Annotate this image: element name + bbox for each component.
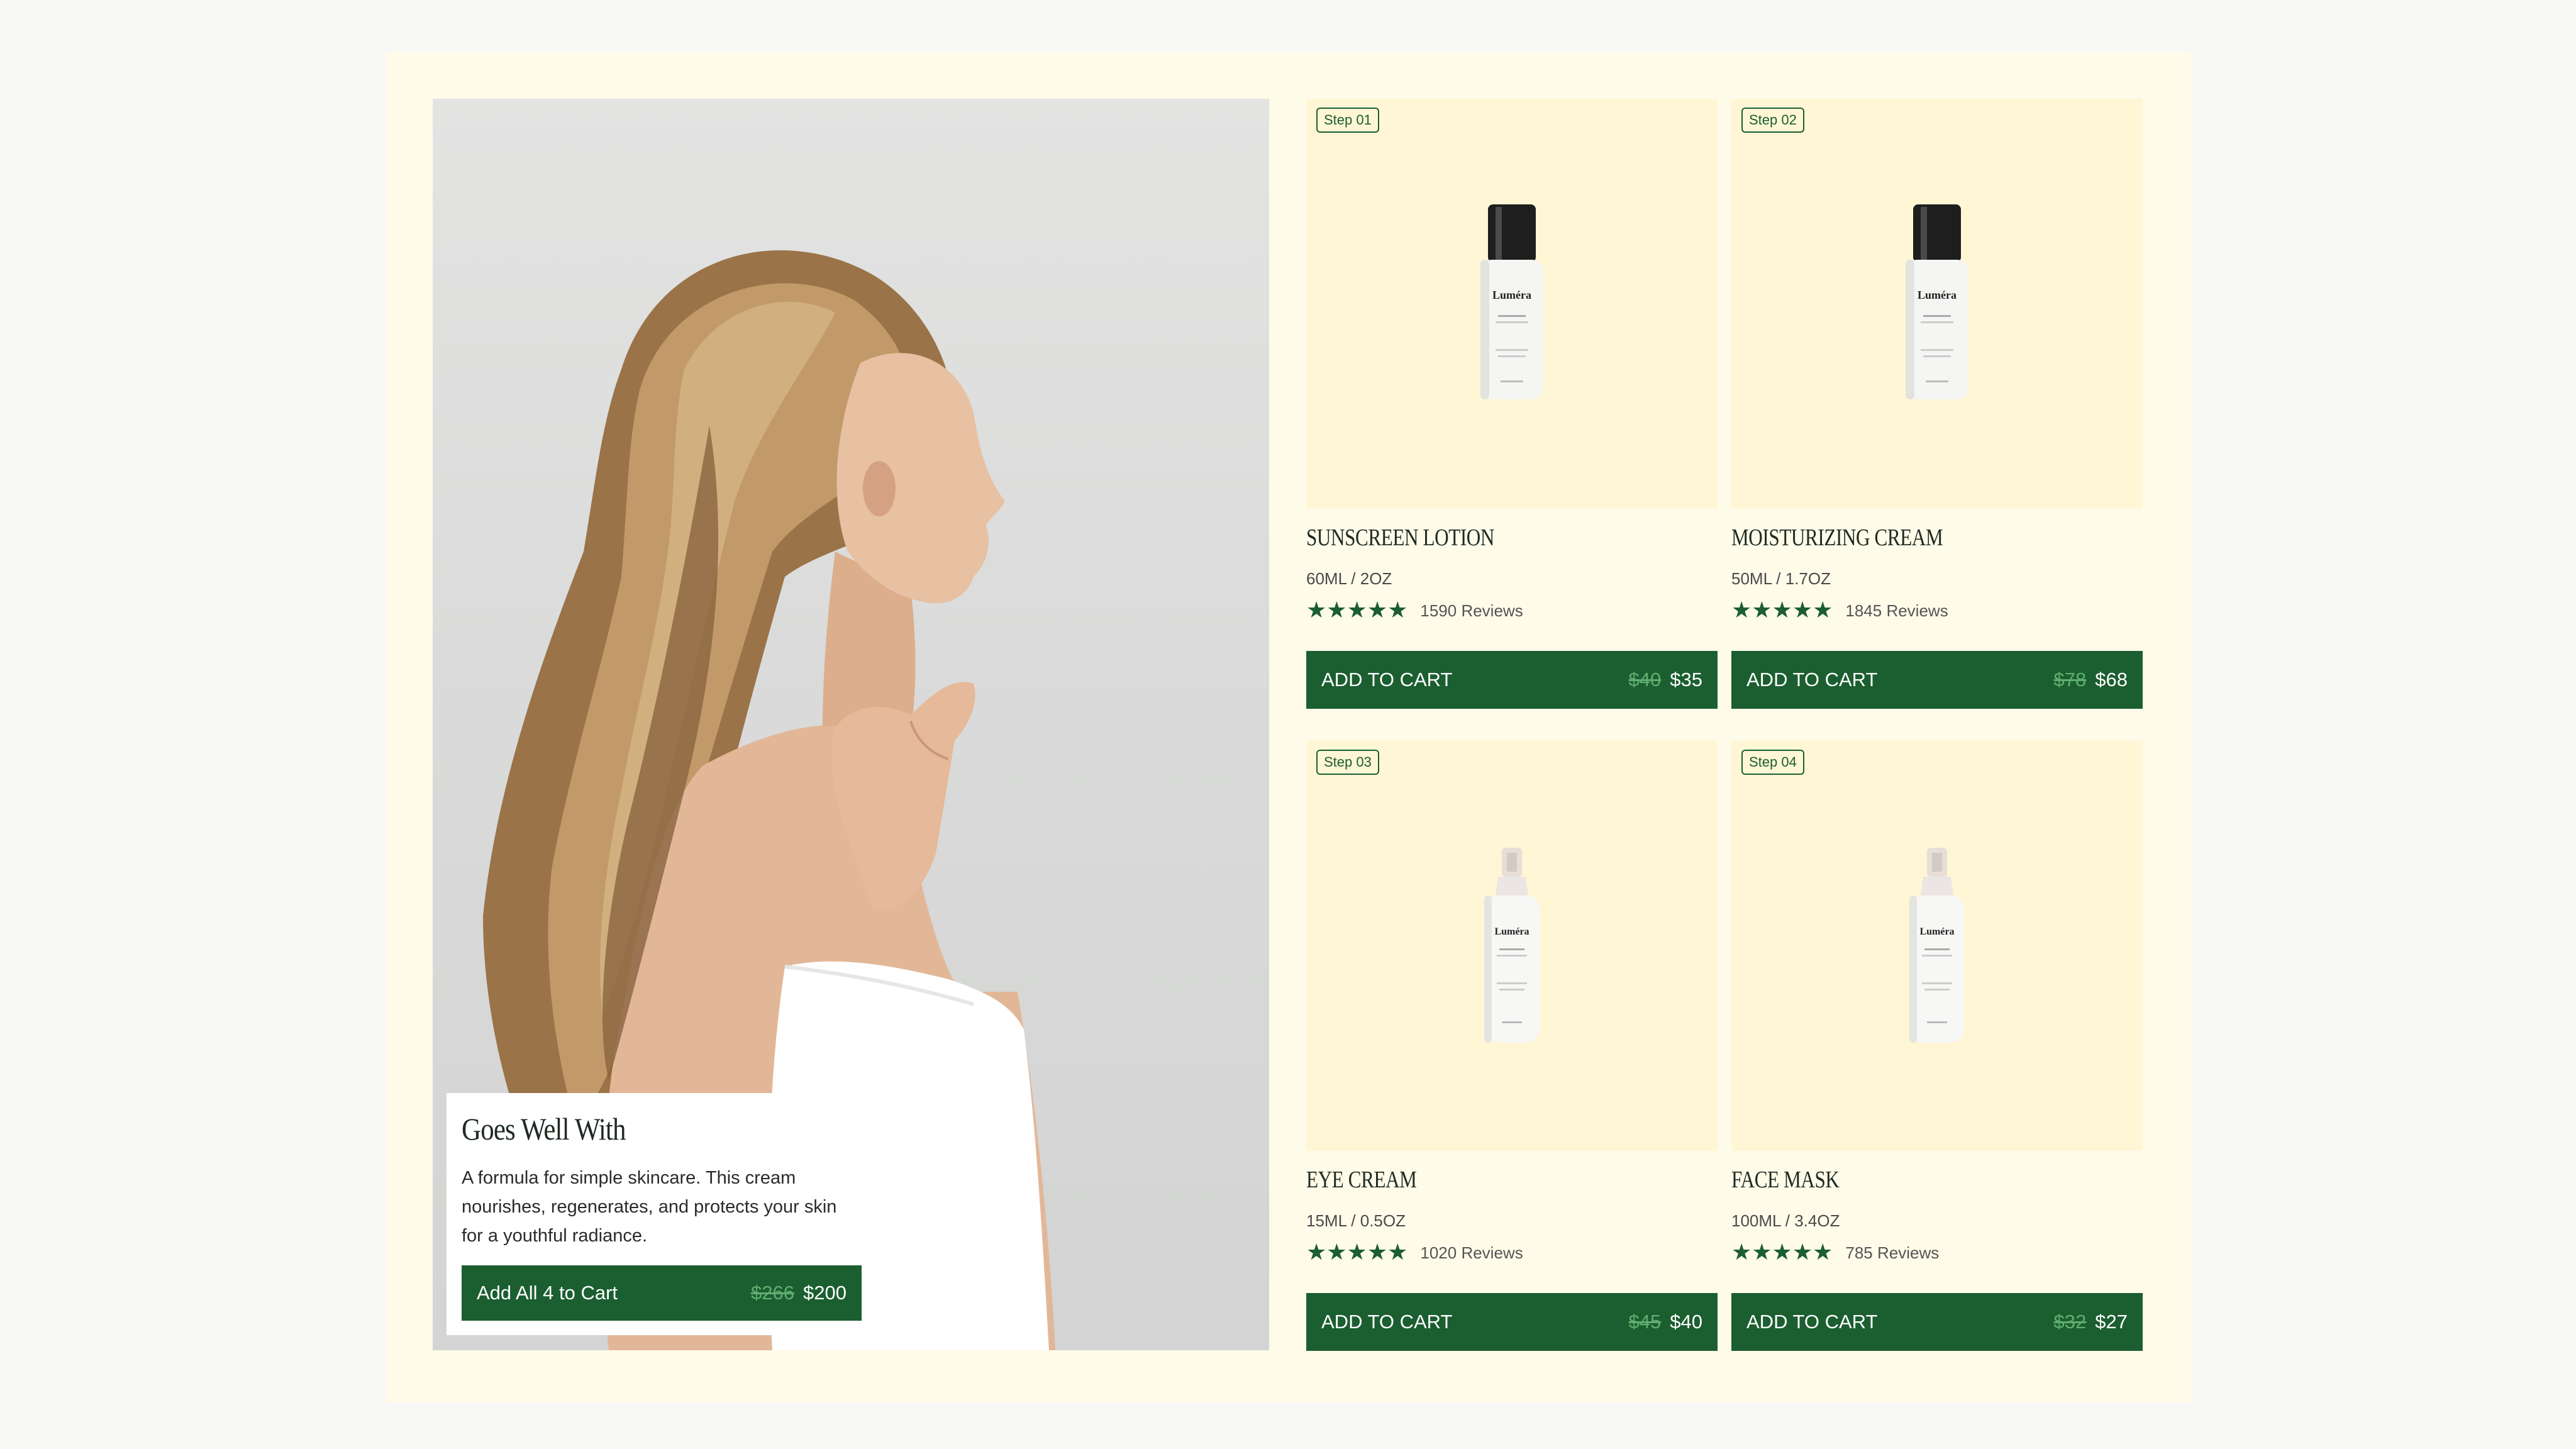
bundle-price: $266 $200 [751, 1282, 847, 1304]
product-image[interactable]: Step 01 Luméra [1306, 99, 1718, 509]
product-price: $40 $35 [1629, 669, 1702, 691]
bundle-old-price: $266 [751, 1282, 795, 1304]
product-price: $32 $27 [2054, 1311, 2128, 1333]
goes-well-with-description: A formula for simple skincare. This crea… [462, 1168, 837, 1246]
star-rating-icon: ★★★★★ [1731, 1240, 1833, 1265]
product-name[interactable]: MOISTURIZING CREAM [1731, 524, 1943, 552]
new-price: $27 [2095, 1311, 2128, 1333]
add-to-cart-button[interactable]: ADD TO CART $45 $40 [1306, 1293, 1718, 1351]
step-badge: Step 02 [1741, 108, 1804, 133]
spray-bottle-icon: Luméra [1909, 848, 1965, 1043]
pump-bottle-icon: Luméra [1906, 204, 1968, 399]
add-to-cart-button[interactable]: ADD TO CART $40 $35 [1306, 651, 1718, 709]
product-rating: ★★★★★ 1020 Reviews [1306, 1241, 1523, 1264]
review-count[interactable]: 1845 Reviews [1845, 601, 1948, 621]
product-size: 50ML / 1.7OZ [1731, 569, 1831, 588]
add-to-cart-label: ADD TO CART [1321, 669, 1453, 691]
review-count[interactable]: 1020 Reviews [1420, 1243, 1523, 1263]
product-name[interactable]: SUNSCREEN LOTION [1306, 524, 1494, 552]
bundle-new-price: $200 [803, 1282, 847, 1304]
product-price: $45 $40 [1629, 1311, 1702, 1333]
product-image[interactable]: Step 04 Luméra [1731, 741, 2143, 1151]
add-to-cart-button[interactable]: ADD TO CART $78 $68 [1731, 651, 2143, 709]
add-to-cart-label: ADD TO CART [1321, 1311, 1453, 1333]
new-price: $68 [2095, 669, 2128, 691]
svg-text:Luméra: Luméra [1918, 289, 1957, 301]
old-price: $32 [2053, 1311, 2087, 1333]
add-to-cart-label: ADD TO CART [1746, 669, 1878, 691]
product-rating: ★★★★★ 1845 Reviews [1731, 599, 1948, 622]
svg-text:Luméra: Luméra [1492, 289, 1531, 301]
old-price: $40 [1628, 669, 1662, 691]
product-price: $78 $68 [2054, 669, 2128, 691]
step-badge: Step 01 [1316, 108, 1379, 133]
new-price: $35 [1670, 669, 1702, 691]
step-badge: Step 03 [1316, 750, 1379, 775]
product-name[interactable]: FACE MASK [1731, 1166, 1840, 1194]
add-to-cart-button[interactable]: ADD TO CART $32 $27 [1731, 1293, 2143, 1351]
goes-well-with-card: Goes Well With A formula for simple skin… [447, 1093, 877, 1335]
goes-well-with-title: Goes Well With [462, 1111, 626, 1146]
add-all-label: Add All 4 to Cart [477, 1282, 618, 1304]
review-count[interactable]: 1590 Reviews [1420, 601, 1523, 621]
add-all-to-cart-button[interactable]: Add All 4 to Cart $266 $200 [462, 1265, 862, 1321]
new-price: $40 [1670, 1311, 1702, 1333]
product-size: 15ML / 0.5OZ [1306, 1211, 1406, 1230]
product-image[interactable]: Step 03 Luméra [1306, 741, 1718, 1151]
product-rating: ★★★★★ 1590 Reviews [1306, 599, 1523, 622]
add-to-cart-label: ADD TO CART [1746, 1311, 1878, 1333]
star-rating-icon: ★★★★★ [1306, 597, 1408, 623]
product-size: 100ML / 3.4OZ [1731, 1211, 1840, 1230]
product-rating: ★★★★★ 785 Reviews [1731, 1241, 1939, 1264]
product-name[interactable]: EYE CREAM [1306, 1166, 1417, 1194]
product-size: 60ML / 2OZ [1306, 569, 1392, 588]
svg-text:Luméra: Luméra [1919, 926, 1954, 937]
old-price: $78 [2053, 669, 2087, 691]
review-count[interactable]: 785 Reviews [1845, 1243, 1939, 1263]
product-image[interactable]: Step 02 Luméra [1731, 99, 2143, 509]
old-price: $45 [1628, 1311, 1662, 1333]
spray-bottle-icon: Luméra [1484, 848, 1540, 1043]
star-rating-icon: ★★★★★ [1731, 597, 1833, 623]
step-badge: Step 04 [1741, 750, 1804, 775]
pump-bottle-icon: Luméra [1480, 204, 1543, 399]
svg-text:Luméra: Luméra [1494, 926, 1529, 937]
star-rating-icon: ★★★★★ [1306, 1240, 1408, 1265]
